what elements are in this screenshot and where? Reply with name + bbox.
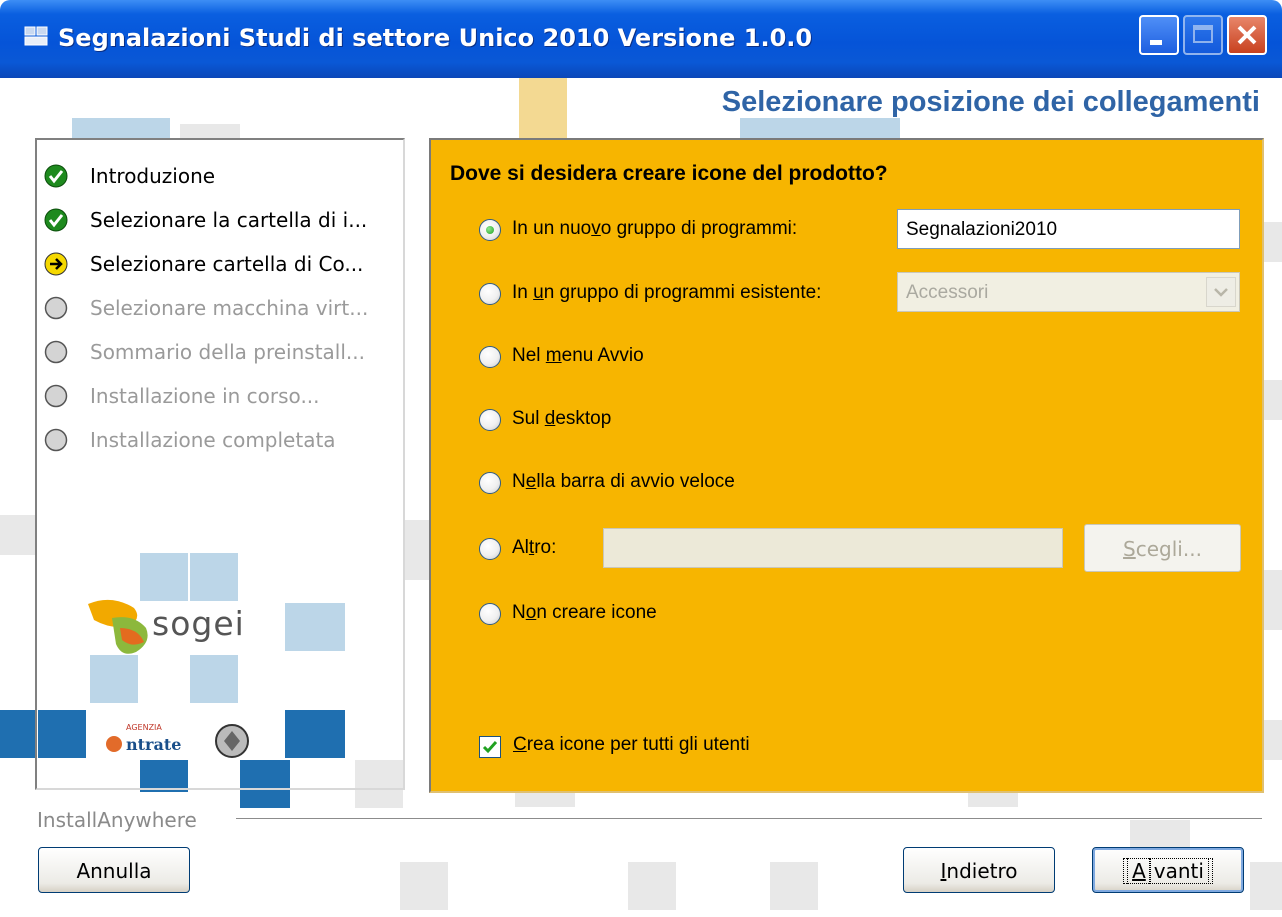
option-label: Nella barra di avvio veloce — [512, 471, 735, 492]
group-name-input[interactable]: Segnalazioni2010 — [897, 209, 1240, 249]
option-label: In un gruppo di programmi esistente: — [512, 282, 822, 303]
dropdown-button[interactable] — [1206, 277, 1236, 307]
checkmark-icon — [482, 741, 498, 754]
svg-text:ntrate: ntrate — [126, 735, 181, 754]
annulla-button[interactable]: Annulla — [38, 847, 190, 893]
option-label: Nel menu Avvio — [512, 345, 644, 366]
radio-gruppo-esistente[interactable] — [479, 283, 501, 305]
check-icon — [44, 164, 68, 188]
radio-altro[interactable] — [479, 538, 501, 560]
radio-barra-avvio[interactable] — [479, 472, 501, 494]
option-label: Sul desktop — [512, 408, 612, 429]
existing-group-select[interactable]: Accessori — [897, 272, 1240, 312]
altro-path-input[interactable] — [603, 528, 1063, 568]
step-label: Selezionare cartella di Co... — [90, 252, 364, 276]
close-icon — [1237, 25, 1257, 45]
maximize-button[interactable] — [1183, 15, 1223, 55]
all-users-checkbox[interactable] — [479, 736, 501, 758]
close-button[interactable] — [1227, 15, 1267, 55]
radio-desktop[interactable] — [479, 409, 501, 431]
arrow-right-icon — [44, 252, 68, 276]
chevron-down-icon — [1214, 288, 1228, 297]
steps-panel — [35, 138, 405, 790]
step-label: Introduzione — [90, 164, 216, 188]
footer-separator — [236, 818, 1262, 820]
installer-window: Segnalazioni Studi di settore Unico 2010… — [0, 0, 1282, 917]
step-label: Installazione completata — [90, 428, 336, 452]
existing-group-value: Accessori — [906, 282, 989, 303]
title-bar[interactable]: Segnalazioni Studi di settore Unico 2010… — [0, 0, 1282, 78]
step-label: Selezionare la cartella di i... — [90, 208, 368, 232]
step-label: Sommario della preinstall... — [90, 340, 365, 364]
check-icon — [44, 208, 68, 232]
installer-brand: InstallAnywhere — [37, 808, 197, 832]
pending-circle-icon — [44, 428, 68, 452]
form-question: Dove si desidera creare icone del prodot… — [450, 162, 888, 185]
radio-menu-avvio[interactable] — [479, 346, 501, 368]
svg-text:AGENZIA: AGENZIA — [126, 723, 162, 732]
pending-circle-icon — [44, 296, 68, 320]
option-label: Altro: — [512, 537, 557, 558]
option-label: In un nuovo gruppo di programmi: — [512, 218, 798, 239]
indietro-button[interactable]: Indietro — [903, 847, 1055, 893]
minimize-button[interactable] — [1139, 15, 1179, 55]
sogei-text: sogei — [152, 604, 245, 643]
pending-circle-icon — [44, 340, 68, 364]
pending-circle-icon — [44, 384, 68, 408]
window-title: Segnalazioni Studi di settore Unico 2010… — [58, 24, 813, 52]
avanti-button[interactable]: Avanti — [1092, 847, 1244, 893]
app-icon — [24, 26, 48, 46]
option-label: Non creare icone — [512, 602, 657, 623]
step-label: Selezionare macchina virt... — [90, 296, 369, 320]
radio-non-creare[interactable] — [479, 603, 501, 625]
scegli-button[interactable]: Scegli... — [1084, 524, 1241, 572]
step-label: Installazione in corso... — [90, 384, 320, 408]
all-users-label: Crea icone per tutti gli utenti — [513, 734, 750, 755]
radio-nuovo-gruppo[interactable] — [479, 219, 501, 241]
page-heading: Selezionare posizione dei collegamenti — [721, 86, 1260, 118]
agenzia-entrate-logo: AGENZIA ntrate — [106, 723, 249, 758]
